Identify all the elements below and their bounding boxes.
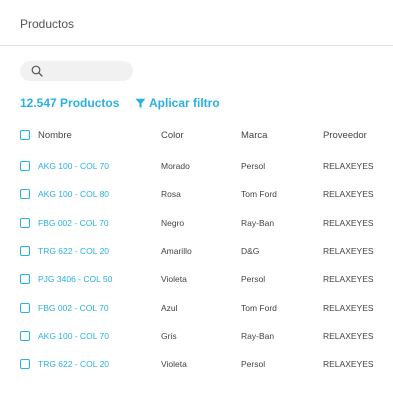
column-header-proveedor[interactable]: Proveedor [323,130,367,141]
cell-name[interactable]: TRG 622 - COL 20 [38,358,109,370]
cell-name[interactable]: FBG 002 - COL 70 [38,302,109,314]
cell-brand: Ray-Ban [241,330,275,341]
row-checkbox[interactable] [20,359,30,370]
apply-filter-label: Aplicar filtro [149,96,220,110]
row-checkbox[interactable] [20,189,30,200]
cell-brand: Persol [241,161,266,171]
cell-brand: D&G [241,245,260,256]
table-row[interactable]: AKG 100 - COL 70 Gris Ray-Ban RELAXEYES [0,330,393,350]
product-count: 12.547 Productos [20,96,120,110]
table-row[interactable]: PJG 3406 - COL 50 Violeta Persol RELAXEYES [0,273,393,293]
cell-brand: Tom Ford [241,189,277,200]
cell-supplier: RELAXEYES [323,302,374,313]
cell-name[interactable]: AKG 100 - COL 70 [38,330,109,342]
cell-color: Rosa [161,189,181,200]
row-checkbox[interactable] [20,330,30,341]
cell-color: Morado [161,161,190,171]
row-checkbox[interactable] [20,274,30,285]
cell-color: Amarillo [161,245,192,256]
row-checkbox[interactable] [20,245,30,256]
cell-name[interactable]: AKG 100 - COL 80 [38,188,109,200]
filter-icon [135,98,146,108]
cell-supplier: RELAXEYES [323,330,374,341]
row-checkbox[interactable] [20,302,30,313]
cell-color: Gris [161,330,177,341]
page-header: Productos [0,0,393,46]
cell-supplier: RELAXEYES [323,217,374,228]
cell-color: Negro [161,217,185,228]
cell-supplier: RELAXEYES [323,189,374,200]
select-all-checkbox[interactable] [20,130,30,140]
cell-supplier: RELAXEYES [323,161,374,171]
cell-name[interactable]: PJG 3406 - COL 50 [38,273,112,285]
cell-brand: Persol [241,274,266,285]
page-title: Productos [20,17,75,31]
cell-supplier: RELAXEYES [323,359,374,370]
cell-brand: Tom Ford [241,302,277,313]
row-checkbox[interactable] [20,217,30,228]
search-box[interactable] [20,61,133,81]
cell-color: Violeta [161,274,187,285]
cell-name[interactable]: AKG 100 - COL 70 [38,160,109,172]
table-row[interactable]: AKG 100 - COL 80 Rosa Tom Ford RELAXEYES [0,188,393,208]
column-header-nombre[interactable]: Nombre [38,130,72,141]
row-checkbox[interactable] [20,161,30,171]
table-row[interactable]: FBG 002 - COL 70 Negro Ray-Ban RELAXEYES [0,217,393,237]
cell-brand: Persol [241,359,266,370]
column-header-marca[interactable]: Marca [241,130,267,141]
cell-name[interactable]: TRG 622 - COL 20 [38,245,109,257]
table-row[interactable]: FBG 002 - COL 70 Azul Tom Ford RELAXEYES [0,302,393,322]
table-row[interactable]: AKG 100 - COL 70 Morado Persol RELAXEYES [0,160,393,180]
column-header-color[interactable]: Color [161,130,184,141]
apply-filter-button[interactable]: Aplicar filtro [135,96,220,110]
cell-supplier: RELAXEYES [323,274,374,285]
search-icon [31,65,43,77]
search-input[interactable] [48,63,128,79]
cell-color: Azul [161,302,178,313]
cell-brand: Ray-Ban [241,217,275,228]
cell-name[interactable]: FBG 002 - COL 70 [38,217,109,229]
table-row[interactable]: TRG 622 - COL 20 Amarillo D&G RELAXEYES [0,245,393,265]
table-row[interactable]: TRG 622 - COL 20 Violeta Persol RELAXEYES [0,358,393,378]
cell-supplier: RELAXEYES [323,245,374,256]
cell-color: Violeta [161,359,187,370]
